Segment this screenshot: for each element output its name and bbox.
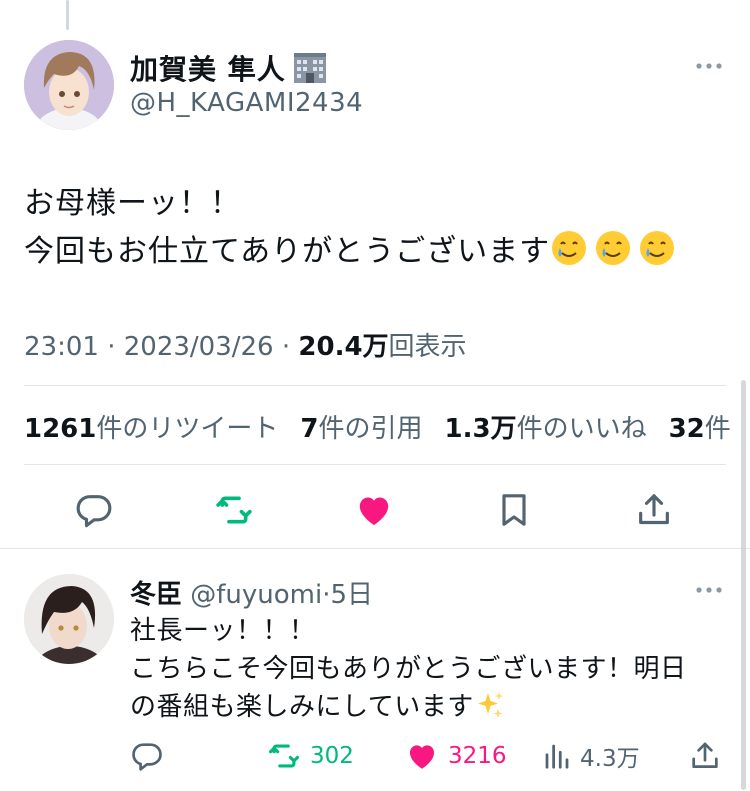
tweet-text-line-1: お母様ーッ！！ (24, 186, 241, 221)
reply-icon (76, 495, 112, 528)
quotes-label: 件の引用 (318, 414, 423, 444)
meta-separator: · (281, 332, 291, 362)
views-label: 回表示 (388, 332, 467, 362)
reply-avatar-image (24, 574, 114, 664)
quotes-stat[interactable]: 7件の引用 (300, 414, 422, 444)
avatar-image (24, 40, 114, 130)
likes-stat[interactable]: 1.3万件のいいね (445, 414, 647, 444)
more-options-icon[interactable] (694, 56, 724, 76)
scrollbar[interactable] (741, 380, 746, 790)
meta-separator: · (107, 332, 116, 362)
author-handle[interactable]: @H_KAGAMI2434 (130, 88, 363, 118)
reply-body: 社長ーッ！！！ こちらこそ今回もありがとうございます！明日 の番組も楽しみにして… (130, 612, 687, 726)
avatar[interactable] (24, 40, 114, 130)
tweet-body: お母様ーッ！！ 今回もお仕立てありがとうございます (24, 180, 682, 276)
retweets-count: 1261 (24, 414, 97, 444)
retweets-label: 件のリツイート (96, 414, 279, 444)
divider (24, 385, 726, 386)
reply-handle[interactable]: @fuyuomi (190, 580, 322, 610)
reply-views-button[interactable]: 4.3万 (542, 736, 640, 776)
retweet-icon (268, 744, 300, 768)
bookmarks-stat[interactable]: 32件 (669, 414, 731, 444)
bookmarks-label: 件 (704, 414, 731, 444)
reply-text-line-1: 社長ーッ！！！ (130, 616, 316, 646)
tweet-actions (0, 488, 750, 532)
bookmark-icon (502, 494, 526, 526)
more-options-icon[interactable] (694, 580, 724, 600)
reply-header: 冬臣 @fuyuomi·5日 (130, 574, 373, 611)
views-count: 20.4万 (298, 332, 389, 362)
retweet-button[interactable] (212, 488, 256, 532)
smiling-face-with-tear-icon (550, 229, 588, 267)
like-button[interactable] (352, 488, 396, 532)
reply-actions: 302 3216 4.3万 (0, 736, 750, 776)
reply-retweet-count: 302 (310, 743, 354, 769)
reply-views-count: 4.3万 (580, 746, 640, 772)
smiling-face-with-tear-icon (638, 229, 676, 267)
reply-icon (132, 743, 162, 771)
quotes-count: 7 (300, 414, 319, 444)
reply-like-count: 3216 (448, 743, 507, 769)
share-icon (692, 742, 718, 768)
sparkles-icon (474, 689, 506, 721)
bookmarks-count: 32 (668, 414, 705, 444)
likes-count: 1.3万 (444, 414, 517, 444)
reply-avatar[interactable] (24, 574, 114, 664)
thread-connector-line (66, 0, 69, 30)
reply-share-button[interactable] (688, 736, 722, 776)
likes-label: 件のいいね (516, 414, 647, 444)
reply-text-line-2: こちらこそ今回もありがとうございます！明日 (130, 654, 687, 684)
tweet-date[interactable]: 2023/03/26 (124, 332, 274, 362)
retweets-stat[interactable]: 1261件のリツイート (24, 414, 278, 444)
reply-time[interactable]: 5日 (331, 580, 374, 610)
divider (0, 548, 750, 549)
tweet-meta: 23:01 · 2023/03/26 · 20.4万回表示 (24, 326, 467, 363)
bookmark-button[interactable] (492, 488, 536, 532)
reply-reply-button[interactable] (130, 736, 164, 776)
reply-retweet-button[interactable]: 302 (266, 736, 354, 776)
office-building-icon (292, 51, 328, 85)
tweet-text-line-2: 今回もお仕立てありがとうございます (24, 234, 551, 269)
reply-text-line-3: の番組も楽しみにしています (130, 692, 474, 722)
heart-icon (409, 745, 435, 769)
meta-separator: · (322, 580, 331, 610)
analytics-icon (545, 744, 569, 769)
retweet-icon (216, 496, 252, 524)
share-icon (639, 494, 669, 525)
reply-display-name[interactable]: 冬臣 (130, 580, 182, 610)
author-display-name[interactable]: 加賀美 隼人 (130, 48, 286, 88)
tweet-time[interactable]: 23:01 (24, 332, 99, 362)
reply-button[interactable] (72, 488, 116, 532)
heart-icon (359, 497, 389, 525)
divider (24, 464, 726, 465)
reply-like-button[interactable]: 3216 (404, 736, 507, 776)
share-button[interactable] (632, 488, 676, 532)
engagement-stats: 1261件のリツイート 7件の引用 1.3万件のいいね 32件 (24, 408, 731, 445)
smiling-face-with-tear-icon (594, 229, 632, 267)
author-name-row: 加賀美 隼人 (130, 48, 328, 88)
